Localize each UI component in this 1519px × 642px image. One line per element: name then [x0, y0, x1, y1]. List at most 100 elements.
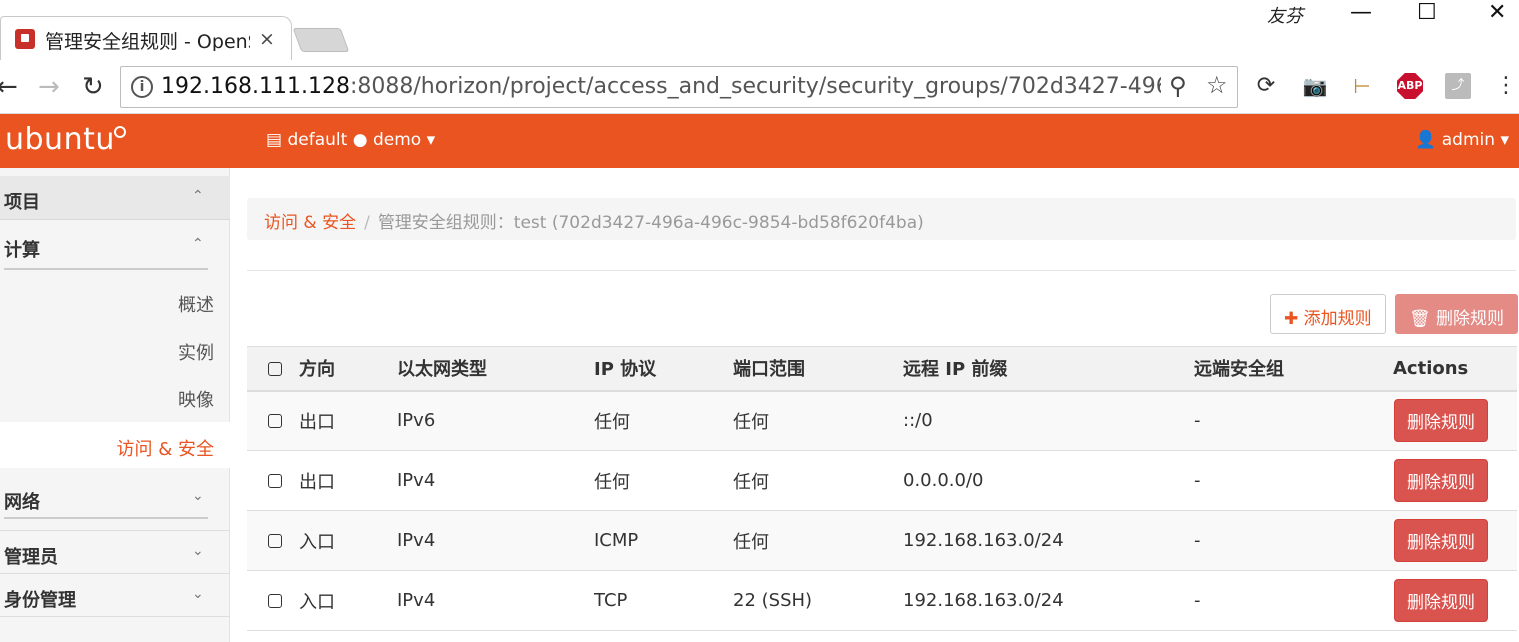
delete-rule-button[interactable]: 删除规则: [1394, 459, 1488, 502]
sidebar-group-admin[interactable]: 管理员 ⌄: [0, 530, 230, 574]
chevron-down-icon: ⌄: [192, 543, 204, 559]
row-checkbox[interactable]: [268, 594, 282, 608]
chevron-down-icon: ⌄: [192, 586, 204, 602]
forward-icon[interactable]: →: [38, 72, 60, 102]
delete-rule-button[interactable]: 删除规则: [1394, 399, 1488, 443]
sidebar-item-instances[interactable]: 实例: [0, 339, 214, 365]
url-text[interactable]: 192.168.111.128:8088/horizon/project/acc…: [161, 74, 1161, 99]
bookmark-star-icon[interactable]: ☆: [1206, 71, 1228, 99]
page-divider: [247, 270, 1516, 271]
back-icon[interactable]: ←: [0, 72, 18, 102]
tab-close-icon[interactable]: ×: [259, 28, 275, 50]
project-domain: default: [287, 130, 348, 150]
sidebar-group-label: 计算: [4, 240, 40, 261]
caret-down-icon: ▾: [426, 130, 436, 150]
add-rule-button[interactable]: ✚ 添加规则: [1270, 294, 1386, 334]
browser-toolbar: ← → ↻ i 192.168.111.128:8088/horizon/pro…: [0, 60, 1519, 114]
breadcrumb-link[interactable]: 访问 & 安全: [264, 213, 356, 233]
sidebar-group-label: 网络: [4, 492, 40, 513]
cell-remote-group: -: [1194, 510, 1393, 571]
cell-protocol: 任何: [594, 390, 733, 451]
tool-icon[interactable]: ⊢: [1349, 73, 1375, 99]
cell-port-range: 任何: [733, 510, 903, 571]
column-header[interactable]: 远程 IP 前缀: [903, 346, 1194, 392]
chevron-down-icon: ⌄: [192, 488, 204, 504]
cell-remote-group: -: [1194, 390, 1393, 451]
table-header-row: 方向 以太网类型 IP 协议 端口范围 远程 IP 前缀 远端安全组 Actio…: [247, 346, 1517, 392]
new-tab-button[interactable]: [292, 28, 350, 52]
brand-logo[interactable]: ubuntu: [5, 122, 115, 157]
maximize-button[interactable]: ☐: [1417, 0, 1437, 25]
cell-port-range: 22 (SSH): [733, 570, 903, 631]
zoom-icon[interactable]: ⚲: [1169, 72, 1187, 100]
row-checkbox[interactable]: [268, 474, 282, 488]
sidebar-group-label: 管理员: [4, 547, 58, 568]
plus-icon: ✚: [1284, 309, 1299, 329]
select-all-checkbox[interactable]: [268, 361, 282, 376]
table-row: 出口 IPv6 任何 任何 ::/0 - 删除规则: [247, 390, 1517, 451]
browser-tab-bar: 管理安全组规则 - OpenS × 友芬 — ☐ ✕: [0, 0, 1519, 60]
sidebar-item-overview[interactable]: 概述: [0, 291, 214, 317]
column-header[interactable]: 远端安全组: [1194, 346, 1393, 392]
sidebar-group-label: 项目: [4, 192, 40, 213]
table-row: 出口 IPv4 任何 任何 0.0.0.0/0 - 删除规则: [247, 450, 1517, 511]
sidebar-item-access-security[interactable]: 访问 & 安全: [0, 422, 230, 468]
cell-direction: 出口: [299, 450, 397, 511]
cell-ethertype: IPv4: [397, 510, 594, 571]
site-info-icon[interactable]: i: [131, 76, 153, 98]
sidebar: 项目 ⌃ 计算 ⌃ 概述 实例 映像 访问 & 安全 网络 ⌄ 管理员 ⌄ 身份…: [0, 168, 230, 642]
row-checkbox[interactable]: [268, 414, 282, 429]
delete-rules-label: 删除规则: [1436, 309, 1504, 329]
table-row: 入口 IPv4 ICMP 任何 192.168.163.0/24 - 删除规则: [247, 510, 1517, 571]
address-bar[interactable]: i 192.168.111.128:8088/horizon/project/a…: [120, 66, 1238, 108]
cell-protocol: 任何: [594, 450, 733, 511]
cell-remote-prefix: 192.168.163.0/24: [903, 570, 1194, 631]
cell-remote-group: -: [1194, 450, 1393, 511]
sidebar-group-compute[interactable]: 计算 ⌃: [0, 224, 230, 268]
sidebar-group-network[interactable]: 网络 ⌄: [0, 476, 230, 520]
user-icon: 👤: [1415, 130, 1437, 150]
browser-tab-active[interactable]: 管理安全组规则 - OpenS ×: [0, 16, 292, 60]
column-header[interactable]: 端口范围: [733, 346, 903, 392]
chevron-up-icon: ⌃: [192, 236, 204, 252]
openstack-favicon-icon: [15, 29, 35, 49]
breadcrumb: 访问 & 安全 / 管理安全组规则：test (702d3427-496a-496c…: [247, 198, 1516, 240]
cell-direction: 出口: [299, 390, 397, 451]
column-header[interactable]: 方向: [299, 346, 397, 392]
column-header[interactable]: 以太网类型: [397, 346, 594, 392]
cell-direction: 入口: [299, 510, 397, 571]
cell-remote-group: -: [1194, 570, 1393, 631]
cell-direction: 入口: [299, 570, 397, 631]
user-name: admin: [1441, 130, 1496, 150]
reload-icon[interactable]: ↻: [82, 72, 104, 102]
browser-menu-icon[interactable]: ⋮: [1493, 73, 1519, 99]
cell-protocol: TCP: [594, 570, 733, 631]
profile-name[interactable]: 友芬: [1267, 2, 1303, 28]
column-header[interactable]: IP 协议: [594, 346, 733, 392]
add-rule-label: 添加规则: [1303, 309, 1372, 329]
sidebar-group-project[interactable]: 项目 ⌃: [0, 176, 230, 220]
sidebar-group-identity[interactable]: 身份管理 ⌄: [0, 573, 230, 617]
delete-rule-button[interactable]: 删除规则: [1394, 579, 1488, 622]
app-navbar: ubuntu ▤ default ● demo ▾ 👤 admin ▾: [0, 114, 1519, 168]
delete-rule-button[interactable]: 删除规则: [1394, 519, 1488, 562]
cell-remote-prefix: 0.0.0.0/0: [903, 450, 1194, 511]
adblock-icon[interactable]: ABP: [1397, 73, 1423, 99]
minimize-button[interactable]: —: [1350, 0, 1372, 25]
close-window-button[interactable]: ✕: [1488, 0, 1506, 25]
sync-icon[interactable]: ⟳: [1253, 73, 1279, 99]
sidebar-divider: [4, 517, 208, 519]
sidebar-item-images[interactable]: 映像: [0, 386, 214, 412]
sidebar-divider: [4, 268, 208, 270]
pdf-icon[interactable]: ⤴: [1445, 73, 1471, 99]
cell-ethertype: IPv4: [397, 570, 594, 631]
camera-icon[interactable]: 📷: [1302, 73, 1328, 99]
row-checkbox[interactable]: [268, 534, 282, 548]
delete-rules-button[interactable]: 🗑 删除规则: [1395, 294, 1518, 334]
sidebar-item-label: 访问 & 安全: [116, 439, 214, 460]
cell-ethertype: IPv4: [397, 450, 594, 511]
table-row: 入口 IPv4 TCP 22 (SSH) 192.168.163.0/24 - …: [247, 570, 1517, 631]
user-menu[interactable]: 👤 admin ▾: [1415, 130, 1509, 150]
project-switcher[interactable]: ▤ default ● demo ▾: [266, 130, 435, 150]
breadcrumb-separator: /: [364, 213, 370, 233]
